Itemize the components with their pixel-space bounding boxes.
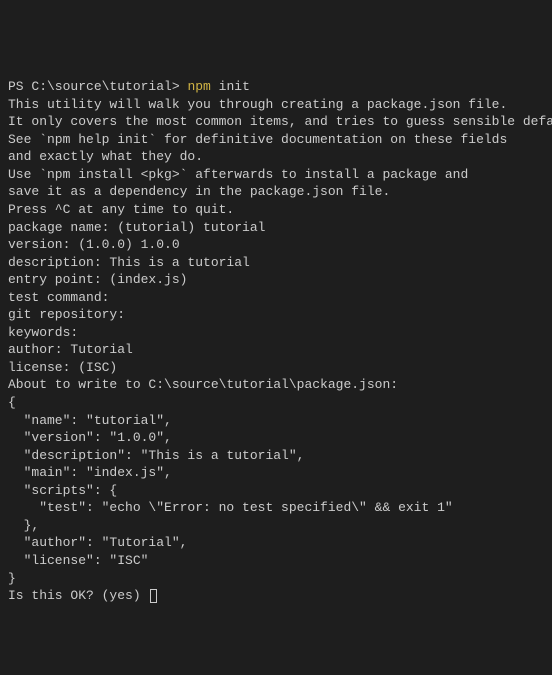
output-line: Use `npm install <pkg>` afterwards to in… [8,166,544,184]
output-line: About to write to C:\source\tutorial\pac… [8,376,544,394]
prompt-path: C:\source\tutorial> [31,79,179,94]
output-line: keywords: [8,324,544,342]
output-line: version: (1.0.0) 1.0.0 [8,236,544,254]
command-arg: init [211,79,250,94]
output-line: test command: [8,289,544,307]
json-line: { [8,394,544,412]
json-line: "scripts": { [8,482,544,500]
json-line: } [8,570,544,588]
output-line: license: (ISC) [8,359,544,377]
json-line: "author": "Tutorial", [8,534,544,552]
json-line: "test": "echo \"Error: no test specified… [8,499,544,517]
json-line: }, [8,517,544,535]
output-line: save it as a dependency in the package.j… [8,183,544,201]
json-line: "version": "1.0.0", [8,429,544,447]
output-line: author: Tutorial [8,341,544,359]
json-line: "description": "This is a tutorial", [8,447,544,465]
json-line: "main": "index.js", [8,464,544,482]
json-line: "name": "tutorial", [8,412,544,430]
confirmation-text: Is this OK? (yes) [8,588,148,603]
prompt-ps: PS [8,79,31,94]
output-line: and exactly what they do. [8,148,544,166]
prompt-line: PS C:\source\tutorial> npm init [8,78,544,96]
output-line: It only covers the most common items, an… [8,113,544,131]
output-line: See `npm help init` for definitive docum… [8,131,544,149]
cursor-icon [150,589,157,603]
output-line: package name: (tutorial) tutorial [8,219,544,237]
json-line: "license": "ISC" [8,552,544,570]
output-line: entry point: (index.js) [8,271,544,289]
output-line: Press ^C at any time to quit. [8,201,544,219]
output-line: This utility will walk you through creat… [8,96,544,114]
output-line: git repository: [8,306,544,324]
command-npm: npm [180,79,211,94]
output-line: description: This is a tutorial [8,254,544,272]
confirmation-prompt[interactable]: Is this OK? (yes) [8,588,157,603]
